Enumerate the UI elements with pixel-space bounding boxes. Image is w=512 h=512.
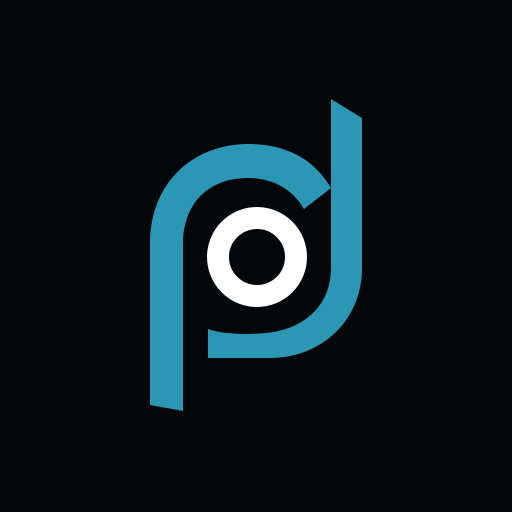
icon-background [0, 0, 512, 512]
pd-monogram-logo-icon [0, 0, 512, 512]
app-icon-canvas [0, 0, 512, 512]
